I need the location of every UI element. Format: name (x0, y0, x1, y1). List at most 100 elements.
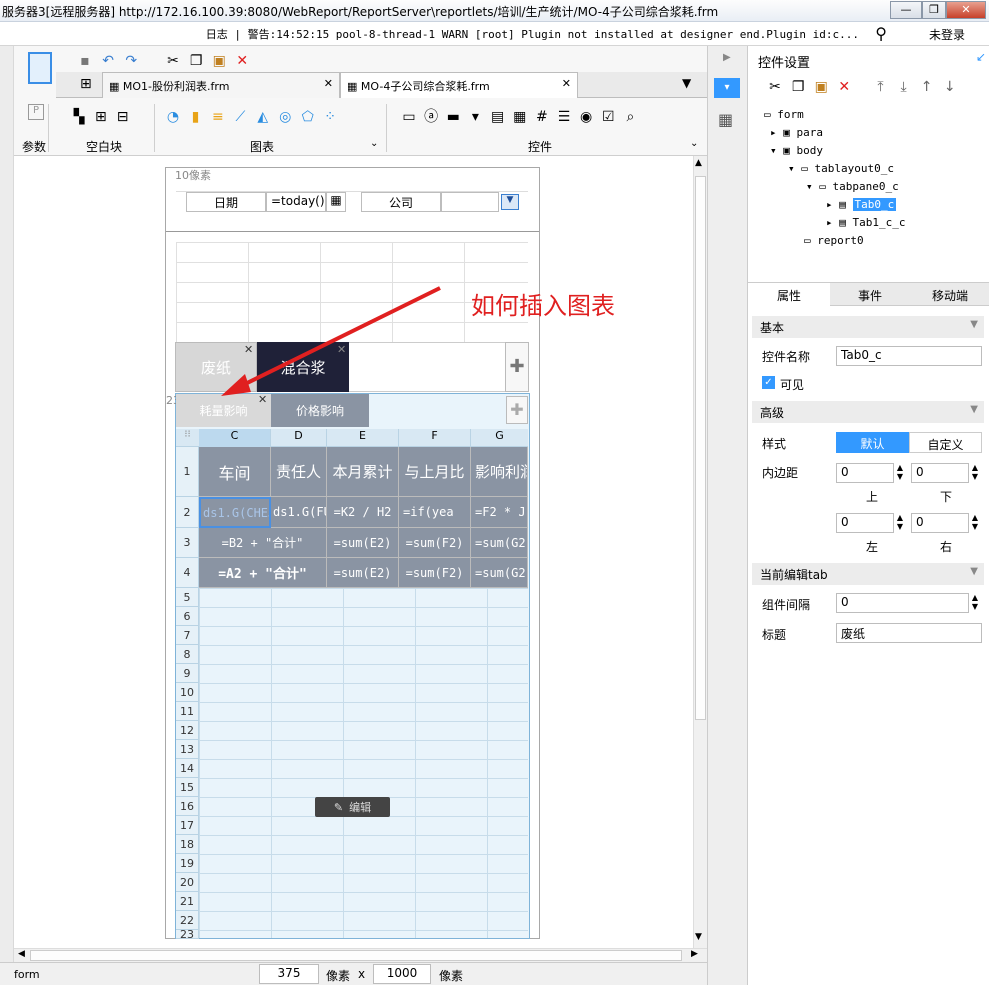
row-header[interactable]: 5 (176, 588, 199, 607)
tab-list-icon[interactable]: ▼ (682, 76, 691, 90)
row-header[interactable]: 13 (176, 740, 199, 759)
collapse-icon[interactable]: ▼ (970, 404, 978, 415)
date-widget-icon[interactable]: ▦ (511, 108, 529, 126)
cell-c1[interactable]: 车间 (199, 447, 271, 497)
move-top-icon[interactable]: ⤒ (871, 78, 889, 96)
cell-d1[interactable]: 责任人 (271, 447, 327, 497)
delete-icon[interactable]: ✕ (233, 52, 251, 70)
col-header[interactable]: C (199, 429, 271, 447)
stepper-icon[interactable]: ▲ ▼ (969, 463, 981, 483)
form-width-input[interactable]: 375 (259, 964, 319, 984)
collapse-icon[interactable]: ▾ (806, 180, 819, 193)
log-message[interactable]: 日志 | 警告:14:52:15 pool-8-thread-1 WARN [r… (206, 26, 859, 42)
tab-events[interactable]: 事件 (830, 283, 910, 306)
corner-grip-icon[interactable]: ⁝⁝ (176, 429, 199, 447)
date-label-widget[interactable]: 日期 (186, 192, 266, 212)
col-header[interactable]: D (271, 429, 327, 447)
cell-e1[interactable]: 本月累计 (327, 447, 399, 497)
textarea-widget-icon[interactable]: ▤ (489, 108, 507, 126)
expand-icon[interactable]: ▸ (826, 216, 839, 229)
line-chart-icon[interactable]: ⟋ (231, 108, 249, 126)
cell-g3[interactable]: =sum(G2 (471, 528, 528, 558)
section-current-tab[interactable]: 当前编辑tab ▼ (752, 563, 984, 585)
tab-mo4[interactable]: ▦ MO-4子公司综合浆耗.frm ✕ (340, 72, 578, 98)
scroll-right-icon[interactable]: ▶ (691, 949, 698, 959)
h-scroll-thumb[interactable] (30, 950, 682, 961)
tab-mobile[interactable]: 移动端 (910, 283, 989, 306)
row-header[interactable]: 19 (176, 854, 199, 873)
tab-layout-icon[interactable]: ⊞ (92, 108, 110, 126)
style-default-toggle[interactable]: 默认 (836, 432, 909, 453)
row-header[interactable]: 18 (176, 835, 199, 854)
combo-widget-icon[interactable]: ▾ (466, 108, 484, 126)
edit-button[interactable]: ✎ 编辑 (315, 797, 390, 817)
row-header[interactable]: 16 (176, 797, 199, 816)
grid-layout-icon[interactable]: ⊟ (114, 108, 132, 126)
section-basic[interactable]: 基本 ▼ (752, 316, 984, 338)
absolute-layout-icon[interactable]: ▚ (70, 108, 88, 126)
add-tab-icon[interactable]: ✚ (505, 342, 529, 392)
padding-left-input[interactable]: 0 (836, 513, 894, 533)
redo-icon[interactable]: ↷ (122, 52, 140, 70)
left-collapse-strip[interactable] (0, 46, 14, 985)
save-icon[interactable]: ▪ (76, 52, 94, 70)
search-icon[interactable]: ⚲ (875, 24, 887, 43)
widget-name-input[interactable]: Tab0_c (836, 346, 982, 366)
company-label-widget[interactable]: 公司 (361, 192, 441, 212)
vertical-scrollbar[interactable]: ▲ ▼ (693, 156, 707, 948)
row-header[interactable]: 15 (176, 778, 199, 797)
row-header[interactable]: 17 (176, 816, 199, 835)
scroll-left-icon[interactable]: ◀ (18, 949, 25, 959)
cell-g2[interactable]: =F2 * J (471, 497, 528, 528)
gauge-chart-icon[interactable]: ◎ (276, 108, 294, 126)
row-header[interactable]: 7 (176, 626, 199, 645)
row-header[interactable]: 12 (176, 721, 199, 740)
minimize-button[interactable]: — (890, 1, 922, 19)
tab-mo1[interactable]: ▦ MO1-股份利润表.frm ✕ (102, 72, 340, 98)
tree-item-tabpane[interactable]: ▾ ▭ tabpane0_c (806, 180, 899, 193)
date-value-widget[interactable]: =today() (266, 192, 326, 212)
row-header[interactable]: 14 (176, 759, 199, 778)
empty-cells-grid[interactable] (199, 588, 528, 938)
cell-c4-merged[interactable]: =A2 + "合计" (199, 558, 327, 588)
expand-left-icon[interactable]: ▶ (723, 52, 731, 63)
cell-e2[interactable]: =K2 / H2 (327, 497, 399, 528)
scroll-up-icon[interactable]: ▲ (695, 158, 702, 168)
expand-icon[interactable]: ▸ (826, 198, 839, 211)
visible-checkbox[interactable]: ✓ (762, 376, 775, 389)
calendar-icon[interactable]: ▦ (326, 192, 346, 212)
row-header[interactable]: 1 (176, 447, 199, 497)
param-icon[interactable]: P (28, 104, 44, 120)
form-height-input[interactable]: 1000 (373, 964, 431, 984)
cell-g4[interactable]: =sum(G2 (471, 558, 528, 588)
tree-item-form[interactable]: ▭ form (764, 108, 804, 121)
scroll-thumb[interactable] (695, 176, 706, 720)
row-header[interactable]: 10 (176, 683, 199, 702)
collapse-icon[interactable]: ▾ (770, 144, 783, 157)
copy-icon[interactable]: ❐ (789, 78, 807, 96)
row-header[interactable]: 23 (176, 929, 199, 940)
cell-g1[interactable]: 影响利润 (471, 447, 528, 497)
tree-item-para[interactable]: ▸ ▣ para (770, 126, 823, 139)
stepper-icon[interactable]: ▲ ▼ (894, 513, 906, 533)
maximize-button[interactable]: ❐ (922, 1, 946, 19)
padding-bottom-input[interactable]: 0 (911, 463, 969, 483)
close-window-button[interactable]: ✕ (946, 1, 986, 19)
col-header[interactable]: E (327, 429, 399, 447)
button-widget-icon[interactable]: ▬ (444, 108, 462, 126)
gap-input[interactable]: 0 (836, 593, 969, 613)
delete-icon[interactable]: ✕ (835, 78, 853, 96)
move-down-icon[interactable]: ↓ (941, 78, 959, 96)
row-header[interactable]: 11 (176, 702, 199, 721)
row-header[interactable]: 2 (176, 497, 199, 528)
stepper-icon[interactable]: ▲ ▼ (969, 593, 981, 613)
cell-e3[interactable]: =sum(E2) (327, 528, 399, 558)
padding-top-input[interactable]: 0 (836, 463, 894, 483)
checkbox-widget-icon[interactable]: ☑ (599, 108, 617, 126)
scroll-down-icon[interactable]: ▼ (695, 932, 702, 942)
stepper-icon[interactable]: ▲ ▼ (969, 513, 981, 533)
widget-group-expand-icon[interactable]: ⌄ (690, 138, 698, 149)
title-input[interactable]: 废纸 (836, 623, 982, 643)
style-custom-toggle[interactable]: 自定义 (909, 432, 982, 453)
collapse-icon[interactable]: ▾ (788, 162, 801, 175)
